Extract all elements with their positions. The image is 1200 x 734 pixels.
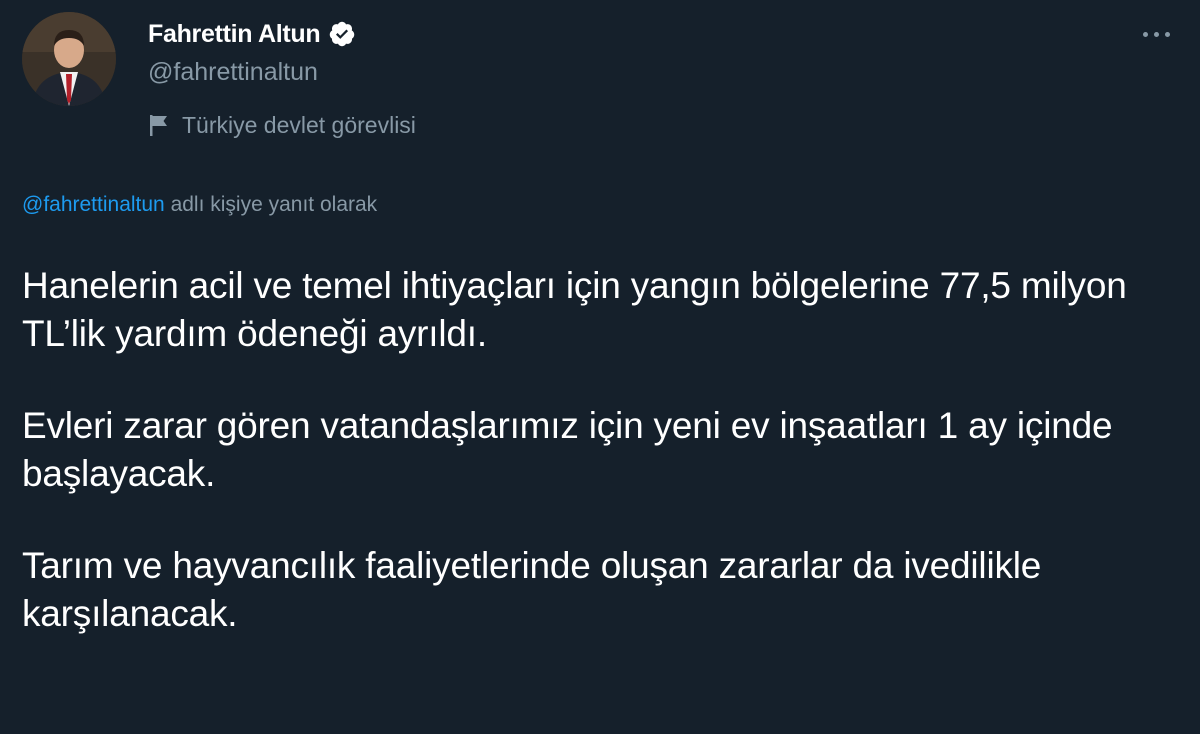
reply-mention-link[interactable]: @fahrettinaltun	[22, 193, 165, 216]
author-handle[interactable]: @fahrettinaltun	[148, 58, 318, 87]
more-dot-icon	[1164, 31, 1170, 37]
reply-context-text: adlı kişiye yanıt olarak	[164, 193, 378, 216]
more-dot-icon	[1153, 31, 1159, 37]
more-options-button[interactable]	[1132, 16, 1180, 52]
verified-badge-icon	[328, 20, 356, 48]
reply-context: @fahrettinaltun adlı kişiye yanıt olarak	[22, 193, 377, 217]
display-name[interactable]: Fahrettin Altun	[148, 20, 321, 49]
tweet-paragraph: Evleri zarar gören vatandaşlarımız için …	[22, 405, 1113, 494]
affiliation-text: Türkiye devlet görevlisi	[182, 111, 416, 138]
flag-icon	[148, 113, 170, 137]
affiliation-label: Türkiye devlet görevlisi	[148, 108, 416, 142]
tweet-card: Fahrettin Altun @fahrettinaltun Türkiye …	[0, 0, 1200, 734]
tweet-text: Hanelerin acil ve temel ihtiyaçları için…	[22, 262, 1182, 682]
tweet-paragraph: Hanelerin acil ve temel ihtiyaçları için…	[22, 265, 1127, 354]
author-name-row: Fahrettin Altun	[148, 16, 356, 52]
avatar[interactable]	[22, 12, 116, 106]
more-dot-icon	[1142, 31, 1148, 37]
tweet-paragraph: Tarım ve hayvancılık faaliyetlerinde olu…	[22, 545, 1042, 634]
user-avatar-icon	[22, 12, 116, 106]
